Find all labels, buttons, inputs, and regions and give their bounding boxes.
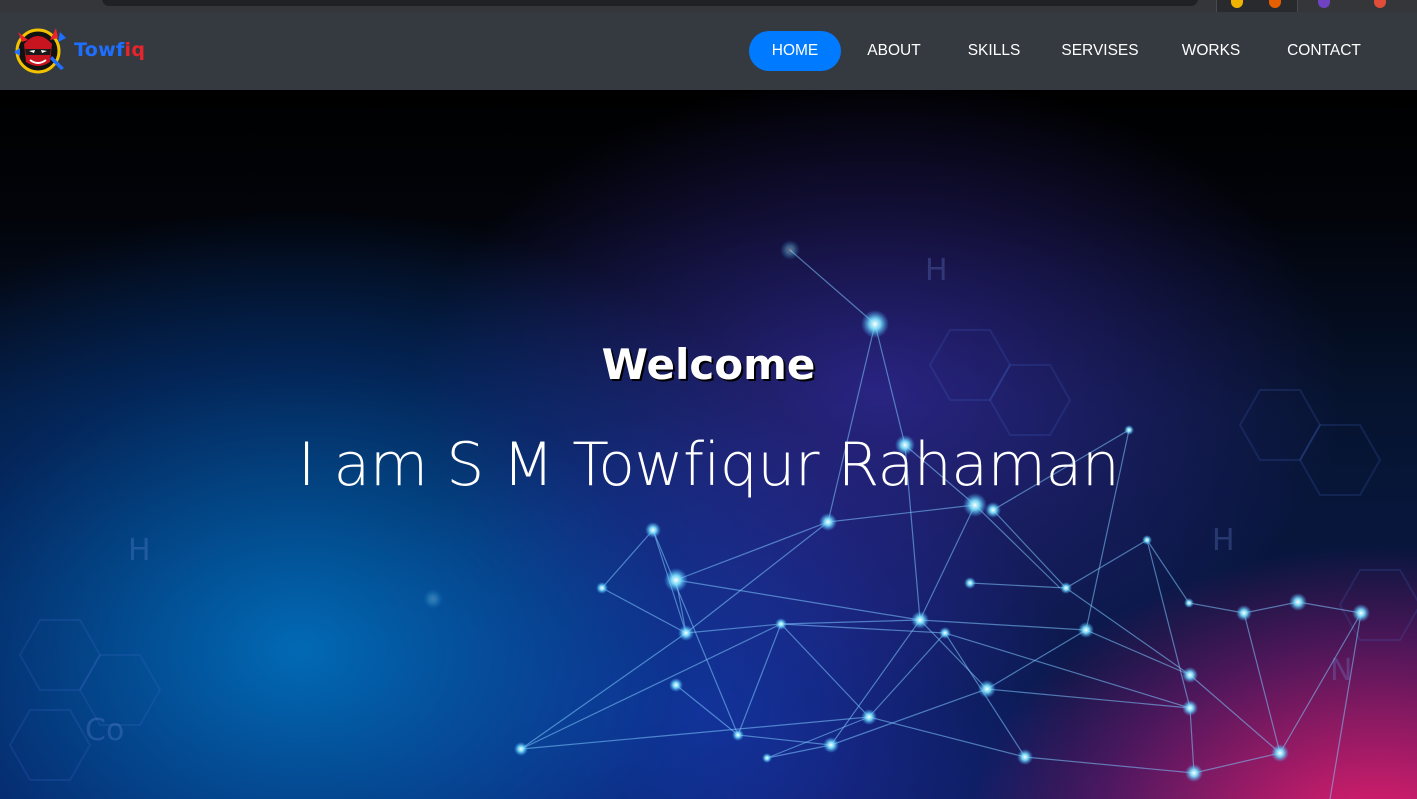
extension-icon[interactable]	[1318, 0, 1330, 8]
network-nodes	[423, 240, 1370, 782]
chemistry-labels: H H H N Co	[85, 253, 1352, 748]
nav-item-about[interactable]: ABOUT	[855, 31, 933, 71]
nav-item-skills[interactable]: SKILLS	[957, 31, 1031, 71]
nav-item-contact[interactable]: CONTACT	[1278, 31, 1370, 71]
svg-text:H: H	[128, 533, 151, 568]
firefox-icon[interactable]	[1269, 0, 1281, 8]
hero-title: Welcome	[601, 340, 816, 389]
chrome-icon[interactable]	[1231, 0, 1243, 8]
nav-item-works[interactable]: WORKS	[1170, 31, 1252, 71]
svg-text:H: H	[1212, 523, 1235, 558]
svg-text:H: H	[925, 253, 948, 288]
hero-subtitle: I am S M Towfiqur Rahaman	[297, 430, 1120, 500]
site-navbar: Towfiq HOME ABOUT SKILLS SERVISES WORKS …	[0, 12, 1417, 90]
nav-item-home[interactable]: HOME	[749, 31, 841, 71]
nav-item-servises[interactable]: SERVISES	[1055, 31, 1145, 71]
browser-toolbar	[0, 0, 1417, 20]
network-lines	[520, 249, 1362, 799]
hero-section: H H H N Co Welcome I am S M Towfiqur Rah…	[0, 90, 1417, 799]
address-bar[interactable]	[102, 0, 1198, 6]
nav-menu: HOME ABOUT SKILLS SERVISES WORKS CONTACT	[0, 31, 1417, 71]
svg-text:Co: Co	[85, 713, 124, 748]
extension-icon[interactable]	[1374, 0, 1386, 8]
hexagon-pattern	[8, 329, 1417, 781]
